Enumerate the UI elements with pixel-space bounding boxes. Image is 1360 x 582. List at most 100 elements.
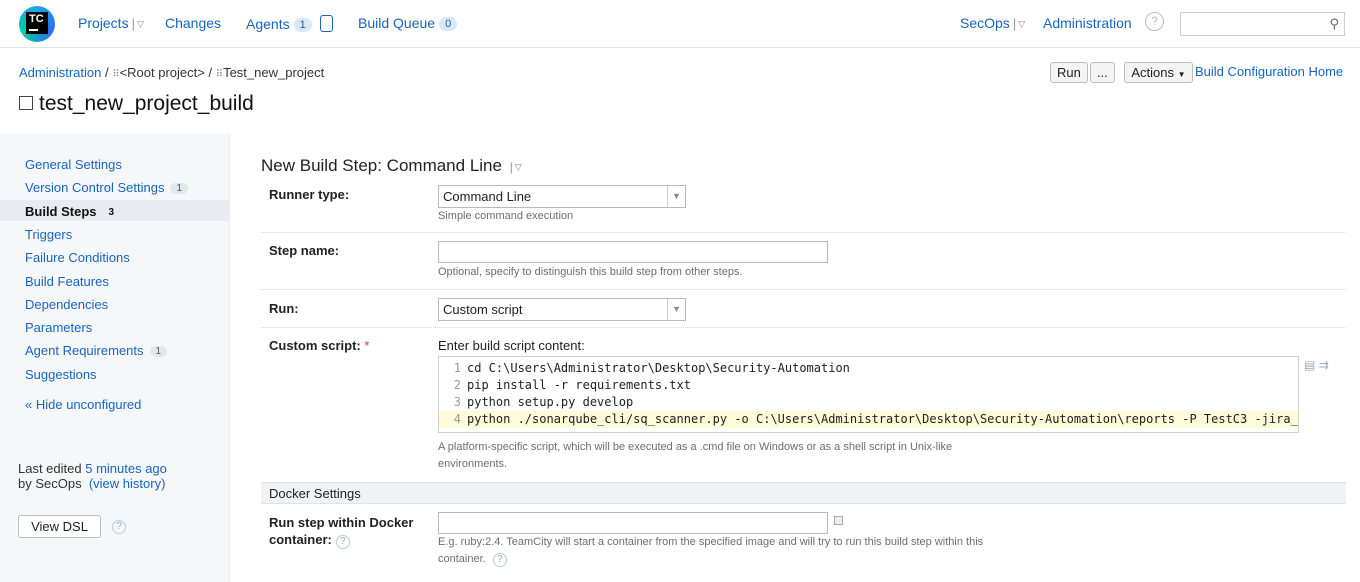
step-name-note: Optional, specify to distinguish this bu… xyxy=(438,266,743,278)
chevron-down-icon[interactable]: ▼ xyxy=(667,299,685,320)
script-prompt: Enter build script content: xyxy=(438,338,585,353)
code-text[interactable]: pip install -r requirements.txt xyxy=(467,378,691,392)
nav-projects[interactable]: Projects | ▽ xyxy=(78,15,144,31)
image-picker-icon[interactable] xyxy=(834,516,843,525)
actions-label[interactable]: Actions xyxy=(1131,65,1174,80)
teamcity-logo[interactable]: TC xyxy=(19,6,55,42)
nav-administration[interactable]: Administration xyxy=(1043,15,1132,31)
breadcrumb-administration[interactable]: Administration xyxy=(19,65,101,80)
nav-changes[interactable]: Changes xyxy=(165,15,221,31)
code-text[interactable]: cd C:\Users\Administrator\Desktop\Securi… xyxy=(467,361,850,375)
page-title: test_new_project_build xyxy=(19,92,254,116)
code-text[interactable]: python ./sonarqube_cli/sq_scanner.py -o … xyxy=(467,412,1298,426)
nav-build-queue-label[interactable]: Build Queue xyxy=(358,15,435,31)
help-icon[interactable]: ? xyxy=(1145,12,1164,31)
sidebar-item-build-features[interactable]: Build Features xyxy=(25,274,109,289)
sidebar-item-vcs-settings[interactable]: Version Control Settings 1 xyxy=(25,180,189,195)
sidebar-item-agent-requirements[interactable]: Agent Requirements 1 xyxy=(25,343,168,358)
agent-icon[interactable] xyxy=(319,15,333,32)
sidebar-item-label[interactable]: Agent Requirements xyxy=(25,343,144,358)
script-note-line-2: environments. xyxy=(438,458,508,470)
search-input[interactable]: ⚲ xyxy=(1180,12,1345,36)
docker-note-line-1: E.g. ruby:2.4. TeamCity will start a con… xyxy=(438,536,984,548)
code-line[interactable]: 3 python setup.py develop xyxy=(439,394,1298,411)
code-text[interactable]: python setup.py develop xyxy=(467,395,633,409)
agents-count-badge: 1 xyxy=(293,18,312,32)
top-navigation-bar: TC Projects | ▽ Changes Agents 1 Build Queu… xyxy=(0,0,1360,48)
chevron-down-icon[interactable]: ▼ xyxy=(1178,70,1186,79)
step-name-label: Step name: xyxy=(269,243,340,258)
runner-type-select[interactable]: Command Line ▼ xyxy=(438,185,686,208)
run-select[interactable]: Custom script ▼ xyxy=(438,298,686,321)
word-wrap-icon[interactable]: ⇉ xyxy=(1319,358,1329,372)
chevron-down-icon[interactable]: ▽ xyxy=(137,19,144,30)
search-icon[interactable]: ⚲ xyxy=(1329,16,1339,32)
divider xyxy=(261,327,1346,328)
step-name-input[interactable] xyxy=(438,241,828,263)
project-icon: ⠿ xyxy=(112,69,120,80)
code-line[interactable]: 1 cd C:\Users\Administrator\Desktop\Secur… xyxy=(439,360,1298,377)
actions-button[interactable]: Actions ▼ xyxy=(1124,62,1193,83)
view-dsl-button[interactable]: View DSL xyxy=(18,515,101,538)
sidebar-item-suggestions[interactable]: Suggestions xyxy=(25,367,97,382)
sidebar-item-triggers[interactable]: Triggers xyxy=(25,227,72,242)
required-marker: * xyxy=(364,338,370,353)
breadcrumb-root-project[interactable]: <Root project> xyxy=(120,65,205,80)
build-config-icon xyxy=(19,96,33,110)
help-glyph: ? xyxy=(112,520,126,534)
expand-editor-icon[interactable]: ▤ xyxy=(1304,358,1315,372)
sidebar-item-general-settings[interactable]: General Settings xyxy=(25,157,122,172)
logo-mark: TC xyxy=(26,12,48,34)
chevron-down-icon[interactable]: ▽ xyxy=(1018,19,1025,30)
run-button[interactable]: Run xyxy=(1050,62,1088,83)
nav-projects-label[interactable]: Projects xyxy=(78,15,129,31)
breadcrumb-project[interactable]: Test_new_project xyxy=(223,65,324,80)
chevron-down-icon[interactable]: ▽ xyxy=(515,162,522,173)
last-edited-time[interactable]: 5 minutes ago xyxy=(85,461,167,476)
sidebar-item-label[interactable]: Build Steps xyxy=(25,204,97,219)
editor-toolbar: ▤ ⇉ xyxy=(1304,358,1329,372)
docker-label-line-1: Run step within Docker xyxy=(269,515,414,530)
docker-settings-header: Docker Settings xyxy=(261,482,1346,504)
docker-settings-title: Docker Settings xyxy=(269,486,361,501)
help-icon[interactable]: ? xyxy=(492,553,507,567)
sidebar-item-build-steps[interactable]: Build Steps 3 xyxy=(25,204,120,219)
run-controls: Run... Actions ▼ xyxy=(1050,62,1193,83)
script-editor[interactable]: 1 cd C:\Users\Administrator\Desktop\Secur… xyxy=(438,356,1299,433)
user-menu[interactable]: SecOps | ▽ xyxy=(960,15,1025,31)
runner-type-value: Command Line xyxy=(443,189,532,204)
line-number: 1 xyxy=(453,361,461,375)
run-value: Custom script xyxy=(443,302,523,317)
code-line[interactable]: 2 pip install -r requirements.txt xyxy=(439,377,1298,394)
chevron-down-icon[interactable]: ▼ xyxy=(667,186,685,207)
runner-type-label: Runner type: xyxy=(269,187,350,202)
nav-agents-label[interactable]: Agents xyxy=(246,16,290,32)
docker-note-line-2: container. xyxy=(438,553,486,565)
docker-image-input[interactable] xyxy=(438,512,828,534)
sidebar-item-failure-conditions[interactable]: Failure Conditions xyxy=(25,250,130,265)
page-title-text: test_new_project_build xyxy=(39,92,254,115)
hide-unconfigured-link[interactable]: « Hide unconfigured xyxy=(25,397,141,412)
docker-note: E.g. ruby:2.4. TeamCity will start a con… xyxy=(438,534,983,568)
breadcrumb: Administration / ⠿<Root project> / ⠿Test… xyxy=(19,65,324,80)
custom-script-label: Custom script: * xyxy=(269,338,369,353)
build-config-home-link[interactable]: Build Configuration Home xyxy=(1195,64,1343,79)
script-note: A platform-specific script, which will b… xyxy=(438,439,952,473)
help-icon[interactable]: ? xyxy=(108,517,126,534)
runner-type-note: Simple command execution xyxy=(438,210,574,222)
last-edited-info: Last edited 5 minutes ago by SecOps (vie… xyxy=(18,461,167,491)
help-glyph: ? xyxy=(1145,12,1164,31)
sidebar-item-parameters[interactable]: Parameters xyxy=(25,320,92,335)
run-custom-button[interactable]: ... xyxy=(1089,62,1115,83)
help-icon[interactable]: ? xyxy=(335,535,350,549)
user-name[interactable]: SecOps xyxy=(960,15,1010,31)
code-line-active[interactable]: 4 python ./sonarqube_cli/sq_scanner.py -o… xyxy=(439,411,1298,428)
sidebar-item-dependencies[interactable]: Dependencies xyxy=(25,297,108,312)
nav-agents[interactable]: Agents 1 xyxy=(246,15,333,32)
line-number: 3 xyxy=(453,395,461,409)
sidebar-item-label[interactable]: Version Control Settings xyxy=(25,180,164,195)
nav-build-queue[interactable]: Build Queue 0 xyxy=(358,15,458,31)
count-badge: 1 xyxy=(149,346,168,357)
view-history-link[interactable]: (view history) xyxy=(89,476,166,491)
breadcrumb-separator: / xyxy=(105,65,109,80)
